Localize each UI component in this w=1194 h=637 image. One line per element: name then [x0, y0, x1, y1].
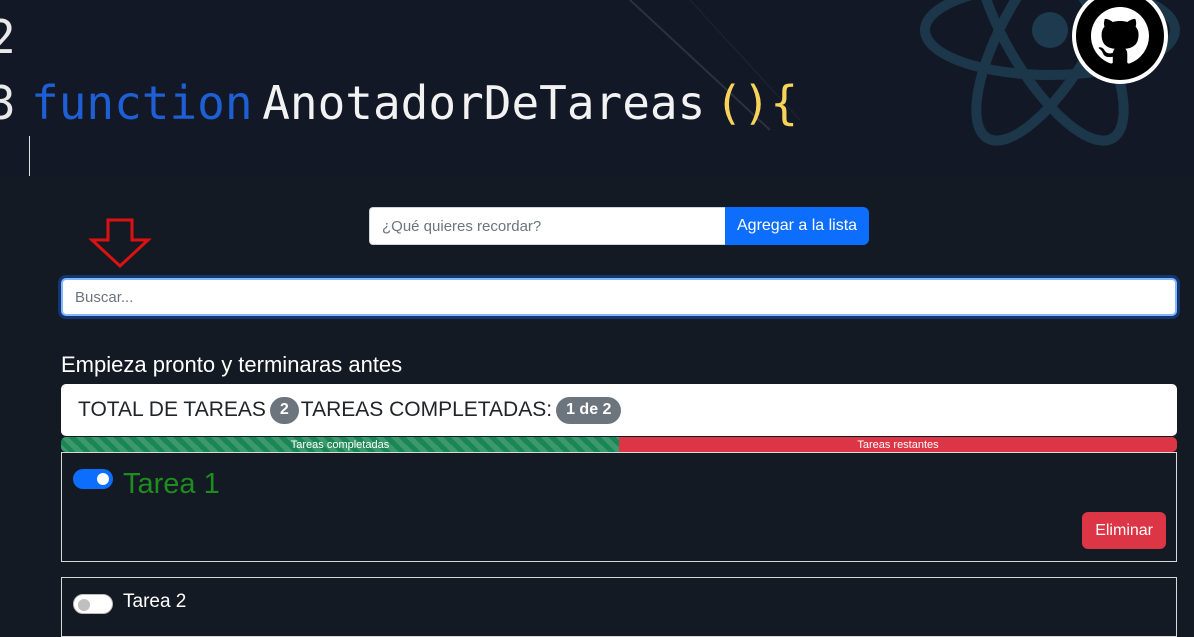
progress-remaining-label: Tareas restantes: [857, 438, 939, 451]
task-title: Tarea 1: [123, 468, 220, 500]
task-done-toggle[interactable]: [73, 469, 113, 489]
delete-button[interactable]: Eliminar: [1082, 512, 1166, 549]
task-input[interactable]: [369, 207, 725, 245]
toggle-knob: [78, 599, 90, 611]
line-number-3: 3: [0, 76, 16, 130]
task-stats: TOTAL DE TAREAS 2 TAREAS COMPLETADAS: 1 …: [61, 384, 1177, 436]
code-keyword: function: [31, 76, 253, 130]
down-arrow-icon: [88, 218, 152, 269]
task-card: Tarea 2: [61, 577, 1177, 637]
task-card: Tarea 1 Eliminar: [61, 452, 1177, 562]
line-number-2: 2: [0, 10, 16, 64]
code-title: function AnotadorDeTareas (){: [31, 76, 798, 130]
total-tasks-label: TOTAL DE TAREAS: [78, 398, 266, 421]
hero-header: 2 3 function AnotadorDeTareas (){: [0, 0, 1194, 177]
search-input[interactable]: [61, 278, 1177, 316]
progress-completed: Tareas completadas: [61, 437, 619, 452]
code-function-name: AnotadorDeTareas: [262, 76, 706, 130]
total-tasks-badge: 2: [269, 396, 299, 424]
code-parens: (){: [714, 76, 799, 130]
progress-remaining: Tareas restantes: [619, 437, 1177, 452]
progress-completed-label: Tareas completadas: [290, 438, 390, 451]
completed-tasks-label: TAREAS COMPLETADAS:: [300, 398, 553, 421]
task-done-toggle[interactable]: [73, 594, 113, 614]
add-task-form: Agregar a la lista: [369, 207, 870, 245]
add-to-list-button[interactable]: Agregar a la lista: [725, 207, 870, 245]
toggle-knob: [97, 473, 109, 485]
github-icon: [1091, 7, 1149, 64]
text-cursor: [29, 136, 30, 176]
task-title: Tarea 2: [123, 591, 187, 612]
completed-tasks-badge: 1 de 2: [556, 396, 622, 424]
motto-text: Empieza pronto y terminaras antes: [61, 352, 403, 377]
progress-bar: Tareas completadas Tareas restantes: [61, 437, 1177, 452]
